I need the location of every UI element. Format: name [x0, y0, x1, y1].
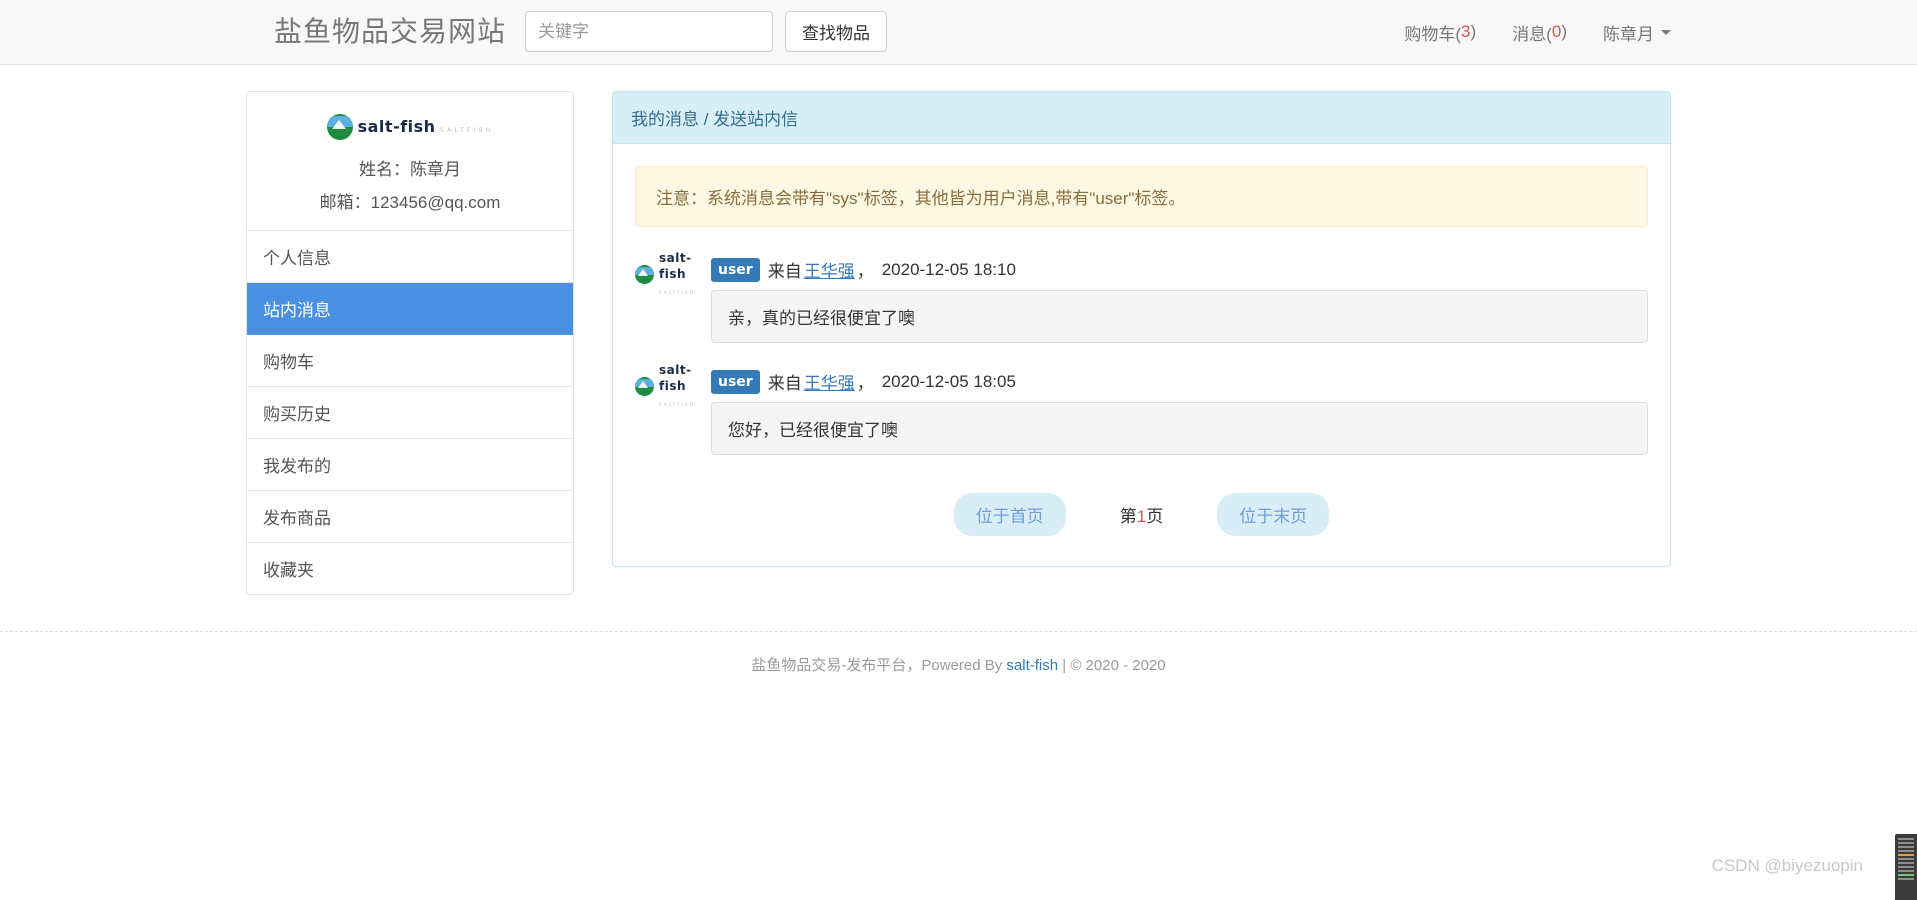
logo-name-text: salt-fish [659, 363, 692, 393]
salt-fish-mark-icon [635, 376, 654, 396]
message-sender-link[interactable]: 王华强 [804, 369, 855, 394]
minimap-line [1898, 878, 1914, 880]
logo-sub-text: SALTFISH [659, 402, 696, 407]
nav-link-user-dropdown[interactable]: 陈章月 [1585, 0, 1689, 64]
csdn-watermark: CSDN @biyezuopin [1711, 856, 1863, 875]
logo-sub-text: SALTFISH [659, 290, 696, 295]
sidebar-item-publish-product[interactable]: 发布商品 [247, 491, 573, 544]
profile-name: 姓名：陈章月 [359, 160, 461, 179]
profile-card: salt-fish SALTFISH 姓名：陈章月 邮箱：123456@qq.c… [247, 92, 573, 232]
page-container: salt-fish SALTFISH 姓名：陈章月 邮箱：123456@qq.c… [0, 65, 1917, 675]
main-panel: 我的消息 / 发送站内信 注意：系统消息会带有"sys"标签，其他皆为用户消息,… [612, 91, 1671, 567]
profile-email: 邮箱：123456@qq.com [319, 193, 501, 213]
salt-fish-logo: salt-fish SALTFISH [326, 110, 494, 144]
message-item: salt-fish SALTFISH user 来自 王华强 ， 2020-12… [635, 252, 1648, 343]
message-avatar: salt-fish SALTFISH [635, 252, 711, 295]
pagination: 位于首页 第1页 位于末页 [635, 493, 1648, 536]
page-footer: 盐鱼物品交易-发布平台，Powered By salt-fish | © 202… [0, 631, 1917, 675]
nav-link-messages[interactable]: 消息(0) [1494, 0, 1585, 64]
message-avatar: salt-fish SALTFISH [635, 364, 711, 407]
message-from-label: 来自 [767, 374, 802, 393]
salt-fish-logo: salt-fish SALTFISH [635, 364, 711, 407]
panel-title: 我的消息 / 发送站内信 [613, 92, 1670, 144]
sidebar: salt-fish SALTFISH 姓名：陈章月 邮箱：123456@qq.c… [246, 91, 574, 596]
site-brand[interactable]: 盐鱼物品交易网站 [274, 10, 506, 54]
last-page-button[interactable]: 位于末页 [1217, 493, 1330, 536]
page-suffix: 页 [1146, 507, 1164, 526]
message-header: user 来自 王华强 ， 2020-12-05 18:05 [711, 369, 1648, 394]
salt-fish-mark-icon [635, 264, 654, 284]
sidebar-item-personal-info[interactable]: 个人信息 [247, 231, 573, 284]
chevron-down-icon [1661, 29, 1671, 35]
navbar-right-links: 购物车(3) 消息(0) 陈章月 [1386, 0, 1689, 64]
footer-text-before: 盐鱼物品交易-发布平台，Powered By [751, 657, 1007, 675]
minimap-line-highlight [1898, 874, 1914, 876]
editor-minimap[interactable] [1895, 834, 1917, 900]
sidebar-menu: 个人信息 站内消息 购物车 购买历史 我发布的 发布商品 收藏夹 [247, 231, 573, 595]
minimap-line [1898, 842, 1914, 844]
logo-sub-text: SALTFISH [440, 126, 494, 134]
message-type-badge: user [711, 257, 760, 282]
top-navbar: 盐鱼物品交易网站 查找物品 购物车(3) 消息(0) 陈章月 [0, 0, 1917, 65]
message-body: 您好，已经很便宜了噢 [711, 402, 1648, 455]
minimap-line [1898, 858, 1914, 860]
minimap-line [1898, 862, 1914, 864]
message-item: salt-fish SALTFISH user 来自 王华强 ， 2020-12… [635, 364, 1648, 455]
logo-name-text: salt-fish [659, 251, 692, 281]
minimap-line [1898, 866, 1914, 868]
message-timestamp: 2020-12-05 18:10 [881, 259, 1016, 279]
sidebar-item-purchase-history[interactable]: 购买历史 [247, 387, 573, 440]
message-header: user 来自 王华强 ， 2020-12-05 18:10 [711, 257, 1648, 282]
cart-count: 3 [1461, 22, 1471, 41]
messages-label-suffix: ) [1561, 22, 1567, 41]
message-type-badge: user [711, 369, 760, 394]
user-name-label: 陈章月 [1603, 24, 1654, 44]
cart-label-suffix: ) [1470, 22, 1477, 41]
minimap-line [1898, 846, 1914, 848]
minimap-line [1898, 850, 1914, 852]
salt-fish-logo: salt-fish SALTFISH [635, 252, 711, 295]
message-timestamp: 2020-12-05 18:05 [881, 371, 1016, 391]
search-button[interactable]: 查找物品 [785, 11, 887, 52]
message-body: 亲，真的已经很便宜了噢 [711, 290, 1648, 343]
message-sender-link[interactable]: 王华强 [804, 257, 855, 282]
sidebar-item-my-posts[interactable]: 我发布的 [247, 439, 573, 492]
footer-brand-link[interactable]: salt-fish [1006, 657, 1058, 674]
minimap-line [1898, 870, 1914, 872]
message-from-label: 来自 [767, 262, 802, 281]
minimap-line [1898, 838, 1914, 840]
page-prefix: 第 [1119, 507, 1137, 526]
salt-fish-mark-icon [326, 114, 353, 140]
logo-name-text: salt-fish [357, 116, 436, 136]
message-comma: ， [856, 374, 874, 393]
sidebar-item-favorites[interactable]: 收藏夹 [247, 543, 573, 595]
sidebar-item-site-messages[interactable]: 站内消息 [247, 283, 573, 336]
message-comma: ， [856, 262, 874, 281]
first-page-button[interactable]: 位于首页 [953, 493, 1066, 536]
search-form: 查找物品 [525, 11, 887, 52]
messages-label: 消息( [1512, 24, 1552, 44]
cart-label: 购物车( [1404, 24, 1462, 44]
sidebar-item-cart[interactable]: 购物车 [247, 335, 573, 388]
minimap-line-highlight [1898, 854, 1914, 856]
notice-alert: 注意：系统消息会带有"sys"标签，其他皆为用户消息,带有"user"标签。 [635, 166, 1648, 227]
footer-text-after: | © 2020 - 2020 [1058, 657, 1166, 675]
nav-link-cart[interactable]: 购物车(3) [1386, 0, 1494, 64]
search-input[interactable] [525, 11, 773, 52]
page-number: 1 [1136, 507, 1147, 526]
messages-count: 0 [1551, 22, 1562, 41]
page-indicator: 第1页 [1120, 502, 1163, 527]
